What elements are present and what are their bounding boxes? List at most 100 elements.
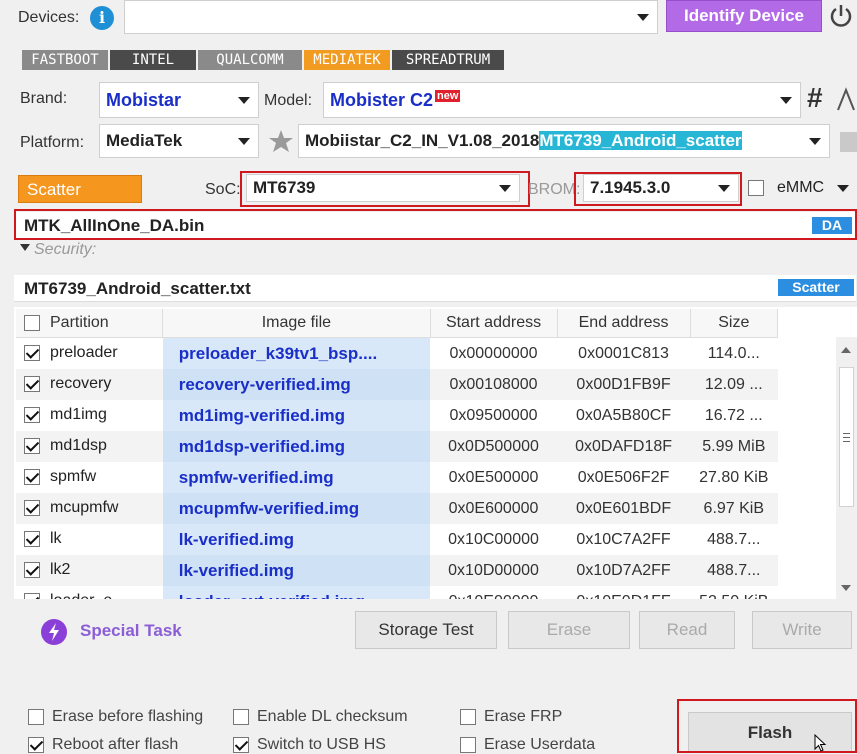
model-dropdown[interactable]: Mobister C2 new <box>323 82 801 118</box>
firmware-highlight: MT6739_Android_scatter <box>539 131 742 150</box>
write-button[interactable]: Write <box>752 611 852 649</box>
tab-mediatek[interactable]: MEDIATEK <box>304 50 390 70</box>
checkbox[interactable] <box>233 709 249 725</box>
brand-label: Brand: <box>20 90 68 107</box>
partition-cell[interactable]: spmfw <box>16 462 163 493</box>
row-checkbox[interactable] <box>24 469 40 486</box>
checkbox[interactable] <box>460 737 476 753</box>
storage-test-button[interactable]: Storage Test <box>355 611 497 649</box>
table-row[interactable]: md1img md1img-verified.img 0x09500000 0x0A5… <box>16 400 778 431</box>
image-file-cell[interactable]: preloader_k39tv1_bsp.... <box>162 337 431 369</box>
image-file-cell[interactable]: md1img-verified.img <box>162 400 431 431</box>
row-checkbox[interactable] <box>24 345 40 362</box>
checkbox[interactable] <box>28 737 44 753</box>
scatter-file-name: MT6739_Android_scatter.txt <box>24 279 251 298</box>
hash-icon[interactable]: # <box>807 82 823 114</box>
special-task-icon[interactable] <box>40 618 68 646</box>
table-row[interactable]: mcupmfw mcupmfw-verified.img 0x0E600000 0x0… <box>16 493 778 524</box>
scatter-button[interactable]: Scatter <box>18 175 142 203</box>
erase-button[interactable]: Erase <box>508 611 630 649</box>
new-badge: new <box>435 89 461 102</box>
table-row[interactable]: spmfw spmfw-verified.img 0x0E500000 0x0E506… <box>16 462 778 493</box>
brom-label: BROM: <box>528 181 581 198</box>
table-row[interactable]: preloader preloader_k39tv1_bsp.... 0x00000… <box>16 337 778 369</box>
scroll-up-icon[interactable] <box>841 347 851 353</box>
option-enable-dl-checksum[interactable]: Enable DL checksum <box>233 708 408 726</box>
soc-label: SoC: <box>205 181 241 198</box>
table-row[interactable]: lk2 lk-verified.img 0x10D00000 0x10D7A2FF 48… <box>16 555 778 586</box>
table-scrollbar[interactable] <box>836 337 857 599</box>
partition-cell[interactable]: recovery <box>16 369 163 400</box>
pdf-icon[interactable] <box>836 86 856 112</box>
partition-cell[interactable]: md1dsp <box>16 431 163 462</box>
column-header-size[interactable]: Size <box>690 309 779 338</box>
power-icon[interactable] <box>828 3 854 29</box>
option-erase-userdata[interactable]: Erase Userdata <box>460 736 595 754</box>
checkbox[interactable] <box>28 709 44 725</box>
expand-arrow-icon[interactable] <box>20 244 30 251</box>
star-icon[interactable] <box>268 128 294 154</box>
row-checkbox[interactable] <box>24 562 40 579</box>
option-erase-frp[interactable]: Erase FRP <box>460 708 562 726</box>
column-header-partition[interactable]: Partition <box>16 309 164 338</box>
scroll-down-icon[interactable] <box>841 585 851 591</box>
partition-cell[interactable]: preloader <box>16 337 163 369</box>
tab-intel[interactable]: INTEL <box>110 50 196 70</box>
brand-dropdown[interactable]: Mobistar <box>99 82 259 118</box>
partition-cell[interactable]: md1img <box>16 400 163 431</box>
image-file-cell[interactable]: loader_ext-verified.img <box>162 586 431 599</box>
read-button[interactable]: Read <box>639 611 735 649</box>
identify-device-button[interactable]: Identify Device <box>666 0 822 32</box>
partition-cell[interactable]: lk <box>16 524 163 555</box>
image-file-cell[interactable]: lk-verified.img <box>162 524 431 555</box>
image-file-cell[interactable]: spmfw-verified.img <box>162 462 431 493</box>
folder-icon[interactable] <box>840 132 857 152</box>
option-reboot-after-flash[interactable]: Reboot after flash <box>28 736 178 754</box>
option-erase-before-flashing[interactable]: Erase before flashing <box>28 708 203 726</box>
row-checkbox[interactable] <box>24 407 40 424</box>
partition-cell[interactable]: lk2 <box>16 555 163 586</box>
devices-dropdown[interactable] <box>124 0 658 34</box>
checkbox[interactable] <box>233 737 249 753</box>
firmware-dropdown[interactable]: Mobiistar_C2_IN_V1.08_2018MT6739_Android… <box>298 124 830 158</box>
start-address-cell: 0x00108000 <box>430 369 558 400</box>
option-switch-to-usb-hs[interactable]: Switch to USB HS <box>233 736 386 754</box>
checkbox[interactable] <box>460 709 476 725</box>
table-row[interactable]: loader_e...loader_ext-verified.img0x10E0… <box>16 586 778 599</box>
table-row[interactable]: recovery recovery-verified.img 0x00108000 0… <box>16 369 778 400</box>
select-all-checkbox[interactable] <box>24 314 40 331</box>
size-cell: 488.7... <box>690 524 778 555</box>
partition-table-panel: Partition Image file Start address End a… <box>14 307 857 599</box>
image-file-cell[interactable]: recovery-verified.img <box>162 369 431 400</box>
chevron-down-icon <box>809 137 821 145</box>
chevron-down-icon <box>780 96 792 104</box>
image-file-cell[interactable]: lk-verified.img <box>162 555 431 586</box>
row-checkbox[interactable] <box>24 500 40 517</box>
model-label: Model: <box>264 92 313 109</box>
table-row[interactable]: lk lk-verified.img 0x10C00000 0x10C7A2FF 488… <box>16 524 778 555</box>
column-header-start[interactable]: Start address <box>430 309 558 338</box>
column-header-image[interactable]: Image file <box>162 309 431 338</box>
info-icon[interactable]: i <box>90 6 114 30</box>
tab-spreadtrum[interactable]: SPREADTRUM <box>392 50 504 70</box>
emmc-dropdown[interactable]: eMMC <box>773 174 857 202</box>
row-checkbox[interactable] <box>24 531 40 548</box>
table-row[interactable]: md1dsp md1dsp-verified.img 0x0D500000 0x0DA… <box>16 431 778 462</box>
column-header-end[interactable]: End address <box>557 309 691 338</box>
image-file-cell[interactable]: md1dsp-verified.img <box>162 431 431 462</box>
row-checkbox[interactable] <box>24 438 40 455</box>
security-label[interactable]: Security: <box>34 241 96 259</box>
start-address-cell: 0x00000000 <box>430 337 558 369</box>
scrollbar-thumb[interactable] <box>839 367 854 507</box>
row-checkbox[interactable] <box>24 376 40 393</box>
partition-cell[interactable]: loader_e... <box>16 586 163 599</box>
emmc-checkbox[interactable] <box>748 180 764 196</box>
tab-qualcomm[interactable]: QUALCOMM <box>198 50 302 70</box>
special-task-button[interactable]: Special Task <box>80 621 182 641</box>
row-checkbox[interactable] <box>24 593 40 599</box>
partition-cell[interactable]: mcupmfw <box>16 493 163 524</box>
platform-dropdown[interactable]: MediaTek <box>99 124 259 158</box>
image-file-cell[interactable]: mcupmfw-verified.img <box>162 493 431 524</box>
tab-fastboot[interactable]: FASTBOOT <box>22 50 108 70</box>
end-address-cell: 0x00D1FB9F <box>557 369 691 400</box>
